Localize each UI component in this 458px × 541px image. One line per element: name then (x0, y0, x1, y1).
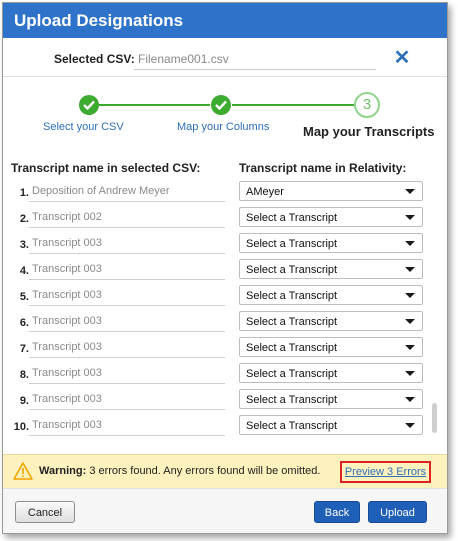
row-number: 2. (19, 213, 29, 225)
csv-transcript-name: Transcript 003 (29, 261, 225, 280)
csv-transcript-name: Transcript 003 (29, 339, 225, 358)
selected-csv-row: Selected CSV: Filename001.csv ✕ (3, 43, 447, 73)
caret-down-icon (405, 215, 415, 220)
transcript-select[interactable]: Select a Transcript (239, 363, 423, 383)
close-icon[interactable]: ✕ (392, 46, 412, 70)
csv-column-header: Transcript name in selected CSV: (11, 161, 201, 175)
caret-down-icon (405, 423, 415, 428)
dialog-title: Upload Designations (3, 3, 447, 38)
back-button[interactable]: Back (314, 501, 360, 523)
step-1-label[interactable]: Select your CSV (43, 121, 124, 133)
row-number: 1. (19, 187, 29, 199)
transcript-select-value: Select a Transcript (246, 342, 338, 354)
transcript-select-value: Select a Transcript (246, 290, 338, 302)
transcript-select-value: Select a Transcript (246, 420, 338, 432)
caret-down-icon (405, 293, 415, 298)
transcript-select[interactable]: Select a Transcript (239, 285, 423, 305)
caret-down-icon (405, 319, 415, 324)
csv-transcript-name: Transcript 003 (29, 287, 225, 306)
transcript-select[interactable]: Select a Transcript (239, 259, 423, 279)
warning-message: Warning: 3 errors found. Any errors foun… (39, 465, 320, 477)
csv-transcript-name: Deposition of Andrew Meyer (29, 183, 225, 202)
transcript-select-value: AMeyer (246, 186, 284, 198)
caret-down-icon (405, 345, 415, 350)
step-progress: 3 Select your CSV Map your Columns Map y… (3, 92, 447, 143)
upload-designations-dialog: Upload Designations Selected CSV: Filena… (2, 2, 448, 534)
step-2-label[interactable]: Map your Columns (177, 121, 269, 133)
warning-label: Warning: (39, 465, 87, 477)
relativity-column-header: Transcript name in Relativity: (239, 161, 407, 175)
csv-transcript-name: Transcript 003 (29, 417, 225, 436)
csv-transcript-name: Transcript 003 (29, 235, 225, 254)
transcript-select[interactable]: Select a Transcript (239, 389, 423, 409)
divider (3, 76, 447, 77)
warning-bar: Warning: 3 errors found. Any errors foun… (3, 454, 447, 488)
step-3-label: Map your Transcripts (303, 124, 435, 139)
selected-csv-label: Selected CSV: (54, 52, 135, 66)
table-row: 8. Transcript 003 Select a Transcript (3, 363, 447, 389)
step-2-check-icon (211, 95, 231, 115)
upload-button[interactable]: Upload (368, 501, 427, 523)
transcript-select[interactable]: Select a Transcript (239, 233, 423, 253)
transcript-select-value: Select a Transcript (246, 264, 338, 276)
table-row: 1. Deposition of Andrew Meyer AMeyer (3, 181, 447, 207)
transcript-select-value: Select a Transcript (246, 316, 338, 328)
table-row: 4. Transcript 003 Select a Transcript (3, 259, 447, 285)
transcript-select[interactable]: Select a Transcript (239, 337, 423, 357)
transcript-select[interactable]: Select a Transcript (239, 207, 423, 227)
warning-triangle-icon (13, 462, 33, 485)
caret-down-icon (405, 267, 415, 272)
row-number: 7. (19, 343, 29, 355)
transcript-select[interactable]: AMeyer (239, 181, 423, 201)
transcript-select[interactable]: Select a Transcript (239, 311, 423, 331)
caret-down-icon (405, 241, 415, 246)
table-row: 9. Transcript 003 Select a Transcript (3, 389, 447, 415)
row-number: 9. (19, 395, 29, 407)
row-number: 5. (19, 291, 29, 303)
step-1-check-icon (79, 95, 99, 115)
step-connector (89, 104, 210, 106)
row-number: 10. (13, 421, 29, 433)
cancel-button[interactable]: Cancel (15, 501, 75, 523)
row-number: 6. (19, 317, 29, 329)
transcript-select[interactable]: Select a Transcript (239, 415, 423, 435)
row-number: 8. (19, 369, 29, 381)
csv-transcript-name: Transcript 003 (29, 365, 225, 384)
csv-transcript-name: Transcript 003 (29, 391, 225, 410)
table-row: 2. Transcript 002 Select a Transcript (3, 207, 447, 233)
row-number: 4. (19, 265, 29, 277)
transcript-select-value: Select a Transcript (246, 238, 338, 250)
table-row: 3. Transcript 003 Select a Transcript (3, 233, 447, 259)
transcript-select-value: Select a Transcript (246, 368, 338, 380)
table-row: 5. Transcript 003 Select a Transcript (3, 285, 447, 311)
dialog-footer: Cancel Back Upload (3, 488, 447, 533)
csv-transcript-name: Transcript 002 (29, 209, 225, 228)
caret-down-icon (405, 371, 415, 376)
selected-csv-field[interactable]: Filename001.csv (134, 47, 376, 70)
caret-down-icon (405, 397, 415, 402)
table-row: 7. Transcript 003 Select a Transcript (3, 337, 447, 363)
transcript-select-value: Select a Transcript (246, 394, 338, 406)
preview-errors-link[interactable]: Preview 3 Errors (340, 461, 431, 483)
step-3-number: 3 (354, 92, 380, 118)
csv-transcript-name: Transcript 003 (29, 313, 225, 332)
step-connector (232, 104, 354, 106)
caret-down-icon (405, 189, 415, 194)
scrollbar[interactable] (432, 403, 437, 433)
table-row: 6. Transcript 003 Select a Transcript (3, 311, 447, 337)
transcript-select-value: Select a Transcript (246, 212, 338, 224)
row-number: 3. (19, 239, 29, 251)
table-row: 10. Transcript 003 Select a Transcript (3, 415, 447, 441)
warning-detail: 3 errors found. Any errors found will be… (89, 465, 321, 477)
